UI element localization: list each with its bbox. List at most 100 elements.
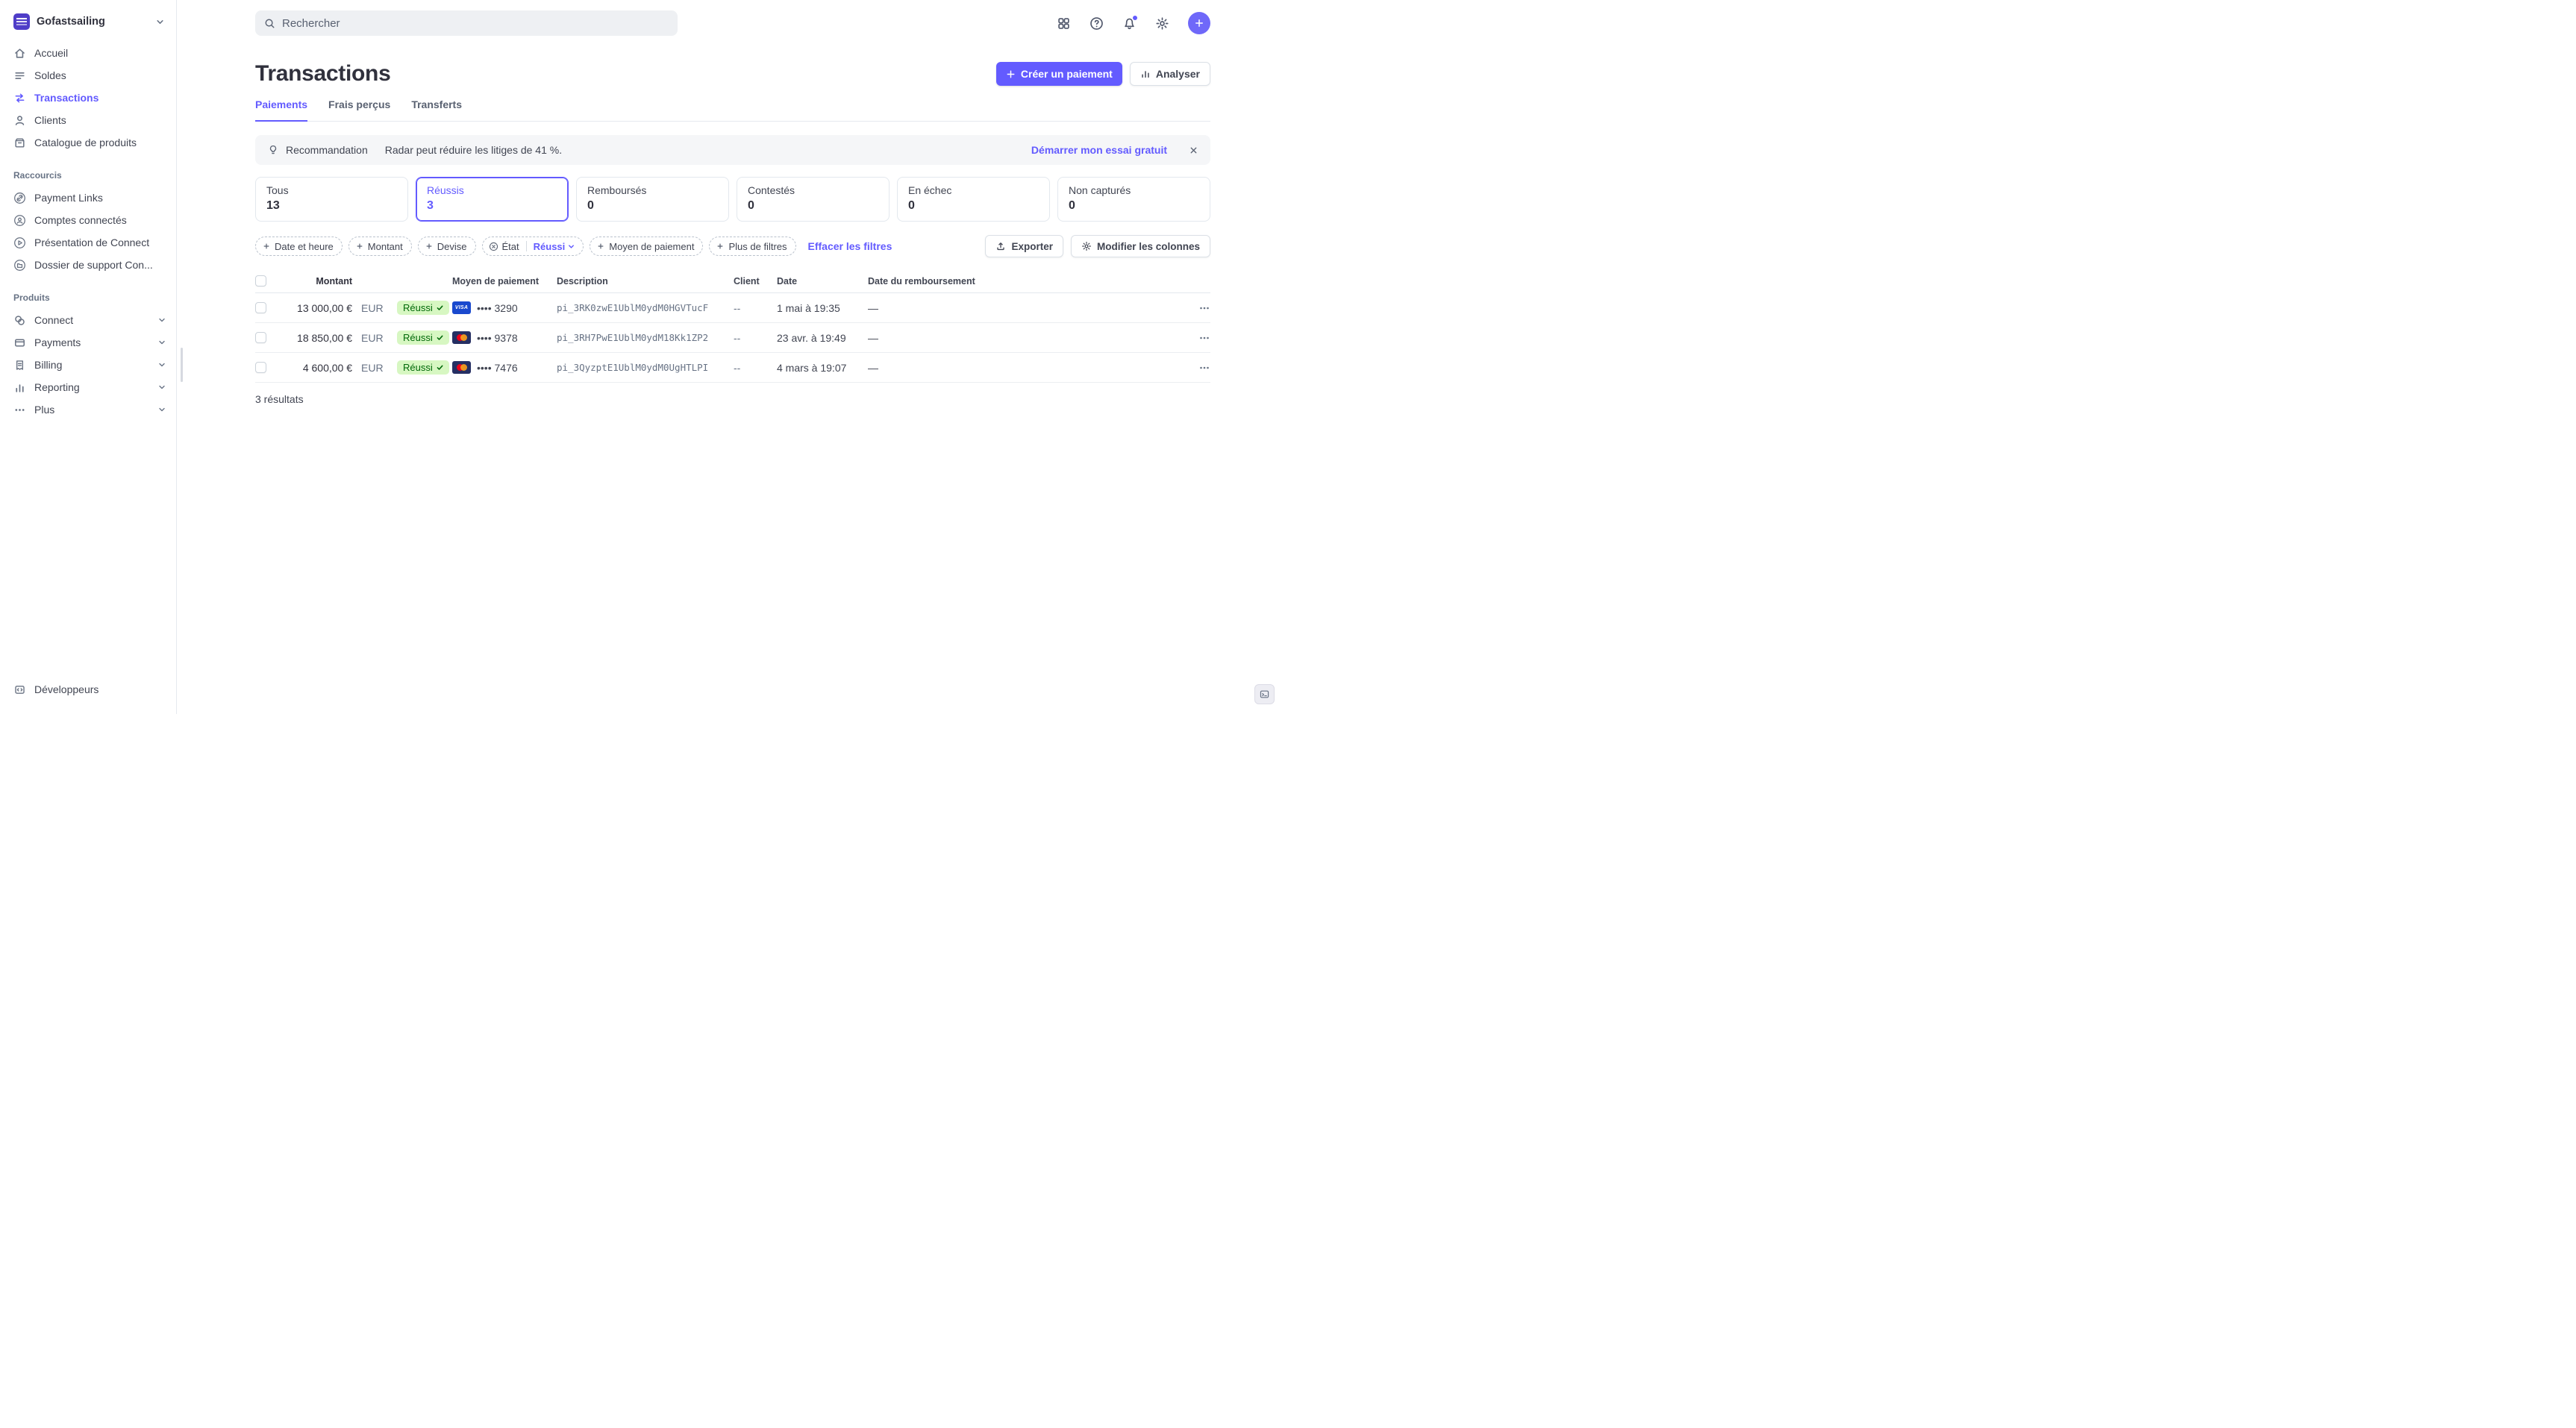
remove-filter-icon[interactable] — [489, 242, 498, 251]
sidebar-item-label: Transactions — [34, 92, 99, 104]
chevron-down-icon — [156, 18, 164, 26]
filter-card-contestes[interactable]: Contestés 0 — [737, 177, 890, 222]
sidebar-item-developpeurs[interactable]: Développeurs — [0, 678, 176, 701]
status-label: Réussi — [403, 332, 433, 343]
search-bar[interactable] — [255, 10, 678, 36]
filter-pill-moyen-de-paiement[interactable]: Moyen de paiement — [590, 237, 703, 256]
sidebar-item-payments[interactable]: Payments — [0, 331, 176, 354]
chevron-down-icon — [158, 339, 166, 346]
sidebar-item-clients[interactable]: Clients — [0, 109, 176, 131]
results-count: 3 résultats — [255, 393, 1210, 405]
client-cell: -- — [734, 362, 777, 374]
notifications-bell-icon[interactable] — [1122, 16, 1137, 31]
visa-logo: VISA — [455, 305, 469, 310]
amount-cell: 4 600,00 € — [285, 362, 352, 374]
filter-pill-devise[interactable]: Devise — [418, 237, 476, 256]
state-filter-value[interactable]: Réussi — [534, 241, 575, 252]
sidebar-item-connect[interactable]: Connect — [0, 309, 176, 331]
add-menu-button[interactable] — [1188, 12, 1210, 34]
support-case-icon — [13, 259, 26, 272]
filter-pill-montant[interactable]: Montant — [348, 237, 412, 256]
search-input[interactable] — [282, 17, 669, 30]
plus-icon — [355, 242, 364, 251]
chevron-down-icon — [158, 383, 166, 391]
sidebar-item-label: Clients — [34, 114, 66, 126]
table-row[interactable]: 13 000,00 € EUR Réussi VISA •••• 3290 pi… — [255, 293, 1210, 323]
filter-card-rembourses[interactable]: Remboursés 0 — [576, 177, 729, 222]
create-payment-button[interactable]: Créer un paiement — [996, 62, 1122, 86]
billing-icon — [13, 359, 26, 372]
filter-pill-label: Montant — [368, 241, 403, 252]
payment-method-cell: VISA •••• 7476 — [452, 361, 557, 374]
apps-grid-icon[interactable] — [1057, 16, 1071, 31]
edit-columns-label: Modifier les colonnes — [1097, 241, 1200, 252]
more-dots-icon — [13, 404, 26, 416]
status-cell: Réussi — [387, 360, 452, 375]
export-icon — [995, 241, 1006, 251]
mastercard-logo — [457, 364, 467, 371]
sidebar-item-label: Payment Links — [34, 192, 103, 204]
sidebar-item-accueil[interactable]: Accueil — [0, 42, 176, 64]
export-button[interactable]: Exporter — [985, 235, 1063, 257]
row-checkbox[interactable] — [255, 332, 266, 343]
sidebar-item-reporting[interactable]: Reporting — [0, 376, 176, 398]
filter-pill-etat[interactable]: État Réussi — [482, 237, 584, 256]
sidebar-item-soldes[interactable]: Soldes — [0, 64, 176, 87]
row-checkbox[interactable] — [255, 362, 266, 373]
sidebar-item-label: Comptes connectés — [34, 214, 127, 226]
sidebar-item-plus[interactable]: Plus — [0, 398, 176, 421]
filter-card-count: 0 — [748, 199, 878, 213]
row-menu-button[interactable] — [1181, 362, 1210, 374]
filter-card-tous[interactable]: Tous 13 — [255, 177, 408, 222]
status-cell: Réussi — [387, 331, 452, 345]
sidebar-item-billing[interactable]: Billing — [0, 354, 176, 376]
table-row[interactable]: 18 850,00 € EUR Réussi VISA •••• 9378 pi… — [255, 323, 1210, 353]
select-all-checkbox[interactable] — [255, 275, 266, 286]
chevron-down-icon — [568, 243, 575, 250]
settings-gear-icon[interactable] — [1155, 16, 1169, 31]
topbar — [255, 0, 1210, 46]
table-row[interactable]: 4 600,00 € EUR Réussi VISA •••• 7476 pi_… — [255, 353, 1210, 383]
home-icon — [13, 47, 26, 60]
filter-pill-plus-de-filtres[interactable]: Plus de filtres — [709, 237, 795, 256]
date-cell: 23 avr. à 19:49 — [777, 332, 868, 344]
sidebar-item-comptes-connectes[interactable]: Comptes connectés — [0, 209, 176, 231]
sidebar-item-catalogue[interactable]: Catalogue de produits — [0, 131, 176, 154]
app: Gofastsailing Accueil Soldes Transaction… — [0, 0, 1288, 714]
help-icon[interactable] — [1090, 16, 1104, 31]
account-switcher[interactable]: Gofastsailing — [0, 12, 176, 42]
amount-cell: 13 000,00 € — [285, 302, 352, 314]
filter-card-non-captures[interactable]: Non capturés 0 — [1057, 177, 1210, 222]
payment-method-cell: VISA •••• 9378 — [452, 331, 557, 344]
start-free-trial-link[interactable]: Démarrer mon essai gratuit — [1031, 144, 1167, 156]
plus-icon — [1006, 69, 1016, 79]
dev-console-button[interactable] — [1254, 684, 1275, 704]
filter-card-label: Remboursés — [587, 184, 718, 196]
close-icon[interactable] — [1189, 145, 1198, 155]
chevron-down-icon — [158, 316, 166, 324]
tab-paiements[interactable]: Paiements — [255, 98, 307, 122]
analyze-button[interactable]: Analyser — [1130, 62, 1210, 86]
clear-filters-link[interactable]: Effacer les filtres — [808, 240, 892, 252]
transactions-rows: 13 000,00 € EUR Réussi VISA •••• 3290 pi… — [255, 293, 1210, 383]
row-checkbox[interactable] — [255, 302, 266, 313]
filter-card-en-echec[interactable]: En échec 0 — [897, 177, 1050, 222]
tabs: Paiements Frais perçus Transferts — [255, 98, 1210, 122]
plus-icon — [425, 242, 434, 251]
analyze-label: Analyser — [1156, 68, 1200, 80]
filter-card-reussis[interactable]: Réussis 3 — [416, 177, 569, 222]
plus-icon — [716, 242, 725, 251]
row-menu-button[interactable] — [1181, 302, 1210, 314]
tab-transferts[interactable]: Transferts — [411, 98, 462, 122]
tab-frais-percus[interactable]: Frais perçus — [328, 98, 390, 122]
sidebar-item-transactions[interactable]: Transactions — [0, 87, 176, 109]
sidebar-item-payment-links[interactable]: Payment Links — [0, 187, 176, 209]
page-title: Transactions — [255, 61, 996, 87]
customers-icon — [13, 114, 26, 127]
card-brand-icon: VISA — [452, 331, 471, 344]
sidebar-item-presentation-connect[interactable]: Présentation de Connect — [0, 231, 176, 254]
edit-columns-button[interactable]: Modifier les colonnes — [1071, 235, 1210, 257]
filter-pill-date[interactable]: Date et heure — [255, 237, 343, 256]
sidebar-item-dossier-support[interactable]: Dossier de support Con... — [0, 254, 176, 276]
row-menu-button[interactable] — [1181, 332, 1210, 344]
